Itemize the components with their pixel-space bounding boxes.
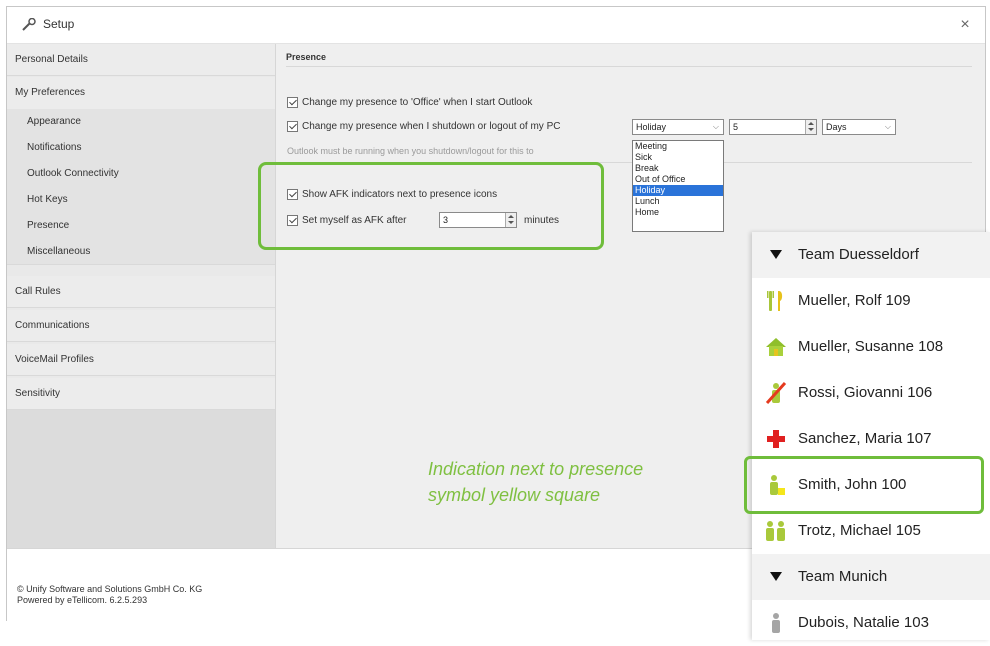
spinner-arrows-icon[interactable] [805,120,816,134]
sidebar-item-outlook-connectivity[interactable]: Outlook Connectivity [7,161,275,187]
collapse-triangle-icon[interactable] [770,572,782,581]
sidebar-item-presence[interactable]: Presence [7,213,275,239]
team-name: Team Duesseldorf [798,246,919,263]
dropdown-option[interactable]: Lunch [633,196,723,207]
team-name: Team Munich [798,568,888,585]
offline-icon [772,613,780,633]
sidebar-empty-area [7,410,275,548]
collapse-triangle-icon[interactable] [770,250,782,259]
sidebar-item-voicemail-profiles[interactable]: VoiceMail Profiles [7,344,275,376]
contact-highlight-box [744,456,984,514]
dropdown-option[interactable]: Sick [633,152,723,163]
contact-name: Rossi, Giovanni 106 [798,384,933,401]
office-on-start-checkbox[interactable] [287,97,298,108]
fork-knife-icon [767,291,783,311]
dropdown-option-selected[interactable]: Holiday [633,185,723,196]
team-header[interactable]: Team Munich [752,554,990,600]
home-icon [766,338,786,356]
contacts-panel: Team Duesseldorf Mueller, Rolf 109 Muell… [752,232,990,640]
sidebar-item-my-preferences[interactable]: My Preferences [7,77,275,109]
team-header[interactable]: Team Duesseldorf [752,232,990,278]
contact-row[interactable]: Mueller, Susanne 108 [752,324,990,370]
duration-stepper[interactable]: 5 [729,119,817,135]
wrench-icon [22,18,36,31]
shutdown-hint: Outlook must be running when you shutdow… [287,146,534,156]
contact-row[interactable]: Rossi, Giovanni 106 [752,370,990,416]
section-title: Presence [286,52,327,62]
change-on-shutdown-label: Change my presence when I shutdown or lo… [302,121,561,132]
sidebar: Personal Details My Preferences Appearan… [7,44,276,548]
chevron-down-icon: ⌵ [884,122,891,131]
sidebar-item-call-rules[interactable]: Call Rules [7,276,275,308]
dropdown-option[interactable]: Home [633,207,723,218]
sidebar-item-communications[interactable]: Communications [7,310,275,342]
dropdown-option[interactable]: Out of Office [633,174,723,185]
contact-name: Trotz, Michael 105 [798,522,921,539]
contact-row[interactable]: Mueller, Rolf 109 [752,278,990,324]
change-on-shutdown-checkbox[interactable] [287,121,298,132]
title-bar: Setup × [7,7,985,44]
window-title: Setup [43,17,75,31]
sidebar-item-notifications[interactable]: Notifications [7,135,275,161]
red-cross-icon [767,430,785,448]
version-text: Powered by eTellicom. 6.2.5.293 [17,595,148,605]
dropdown-option[interactable]: Break [633,163,723,174]
contact-row[interactable]: Trotz, Michael 105 [752,508,990,554]
close-button[interactable]: × [953,13,977,37]
chevron-down-icon: ⌵ [712,122,719,131]
sidebar-item-miscellaneous[interactable]: Miscellaneous [7,239,275,265]
duration-unit-select[interactable]: Days ⌵ [822,119,896,135]
contact-name: Mueller, Susanne 108 [798,338,944,355]
contact-name: Mueller, Rolf 109 [798,292,911,309]
presence-select-value: Holiday [636,122,667,132]
duration-unit-value: Days [826,122,847,132]
presence-dropdown-list: Meeting Sick Break Out of Office Holiday… [632,140,724,232]
annotation-line: Indication next to presence [428,459,644,479]
office-on-start-label: Change my presence to 'Office' when I st… [302,97,533,108]
annotation-line: symbol yellow square [428,485,601,505]
presence-select[interactable]: Holiday ⌵ [632,119,724,135]
sidebar-item-hot-keys[interactable]: Hot Keys [7,187,275,213]
annotation-text: Indication next to presence symbol yello… [428,456,643,508]
afk-highlight-box [258,162,604,250]
contact-name: Dubois, Natalie 103 [798,614,929,631]
copyright-text: © Unify Software and Solutions GmbH Co. … [17,584,203,594]
divider [286,66,972,67]
meeting-icon [766,521,785,541]
sidebar-item-appearance[interactable]: Appearance [7,109,275,135]
contact-row[interactable]: Dubois, Natalie 103 [752,600,990,646]
dropdown-option[interactable]: Meeting [633,141,723,152]
sidebar-item-personal-details[interactable]: Personal Details [7,44,275,76]
duration-value: 5 [733,122,739,132]
sidebar-item-sensitivity[interactable]: Sensitivity [7,378,275,410]
out-of-office-icon [765,381,787,405]
